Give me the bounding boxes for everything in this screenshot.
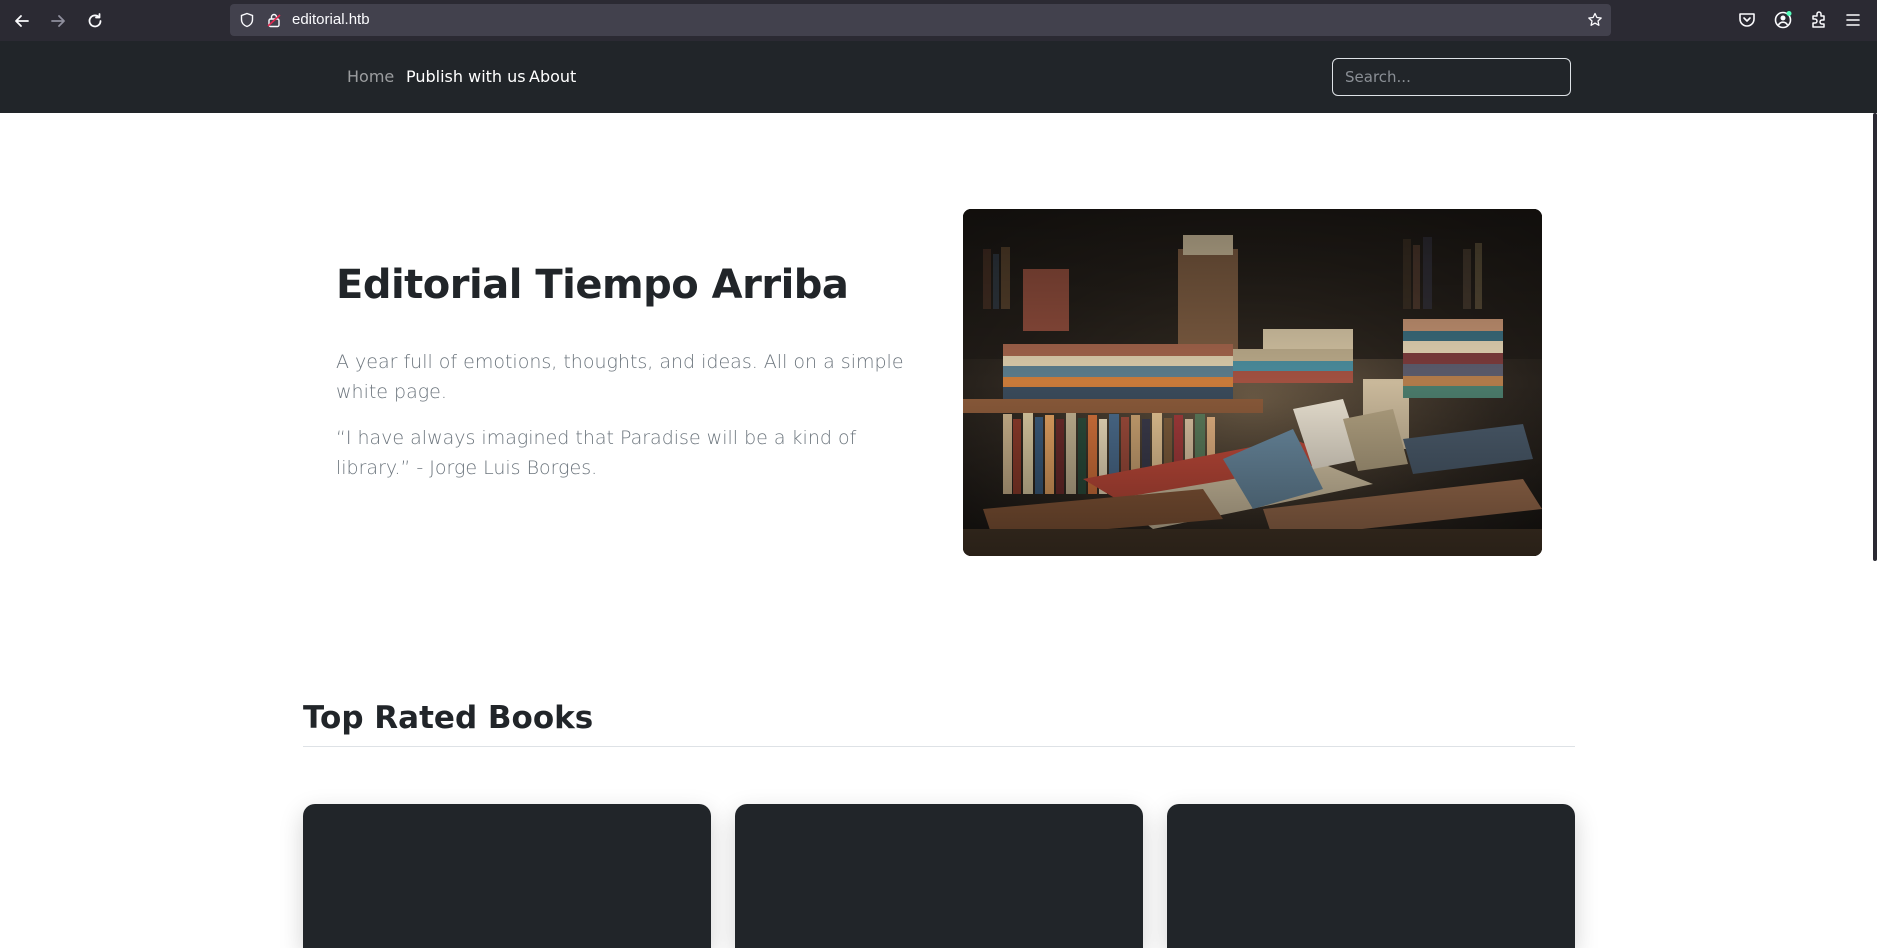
section-title: Top Rated Books [303, 700, 594, 736]
shield-icon[interactable] [239, 12, 255, 28]
hero-bookstore-image [963, 209, 1542, 556]
book-card[interactable] [1167, 804, 1575, 948]
menu-icon[interactable] [1843, 10, 1863, 30]
hero-title: Editorial Tiempo Arriba [336, 262, 849, 308]
site-navbar: Home Publish with us About [0, 41, 1877, 113]
book-card[interactable] [735, 804, 1143, 948]
bookmark-star-icon[interactable] [1587, 12, 1603, 28]
pocket-icon[interactable] [1737, 10, 1757, 30]
search-input[interactable] [1332, 58, 1571, 96]
book-card[interactable] [303, 804, 711, 948]
hero-quote: “I have always imagined that Paradise wi… [336, 427, 857, 479]
page-scrollbar[interactable] [1873, 113, 1877, 561]
nav-link-home[interactable]: Home [347, 67, 394, 86]
extensions-icon[interactable] [1809, 10, 1829, 30]
section-divider [303, 746, 1575, 747]
nav-link-about[interactable]: About [529, 67, 576, 86]
url-bar[interactable]: editorial.htb [230, 4, 1611, 36]
reload-icon[interactable] [82, 8, 108, 34]
hero-description: A year full of emotions, thoughts, and i… [336, 351, 904, 403]
lock-icon[interactable] [266, 12, 282, 28]
forward-arrow-icon[interactable] [45, 8, 71, 34]
back-arrow-icon[interactable] [9, 8, 35, 34]
url-text[interactable]: editorial.htb [292, 11, 370, 28]
nav-link-publish[interactable]: Publish with us [406, 67, 526, 86]
account-icon[interactable] [1773, 10, 1793, 30]
browser-toolbar: editorial.htb [0, 0, 1877, 41]
